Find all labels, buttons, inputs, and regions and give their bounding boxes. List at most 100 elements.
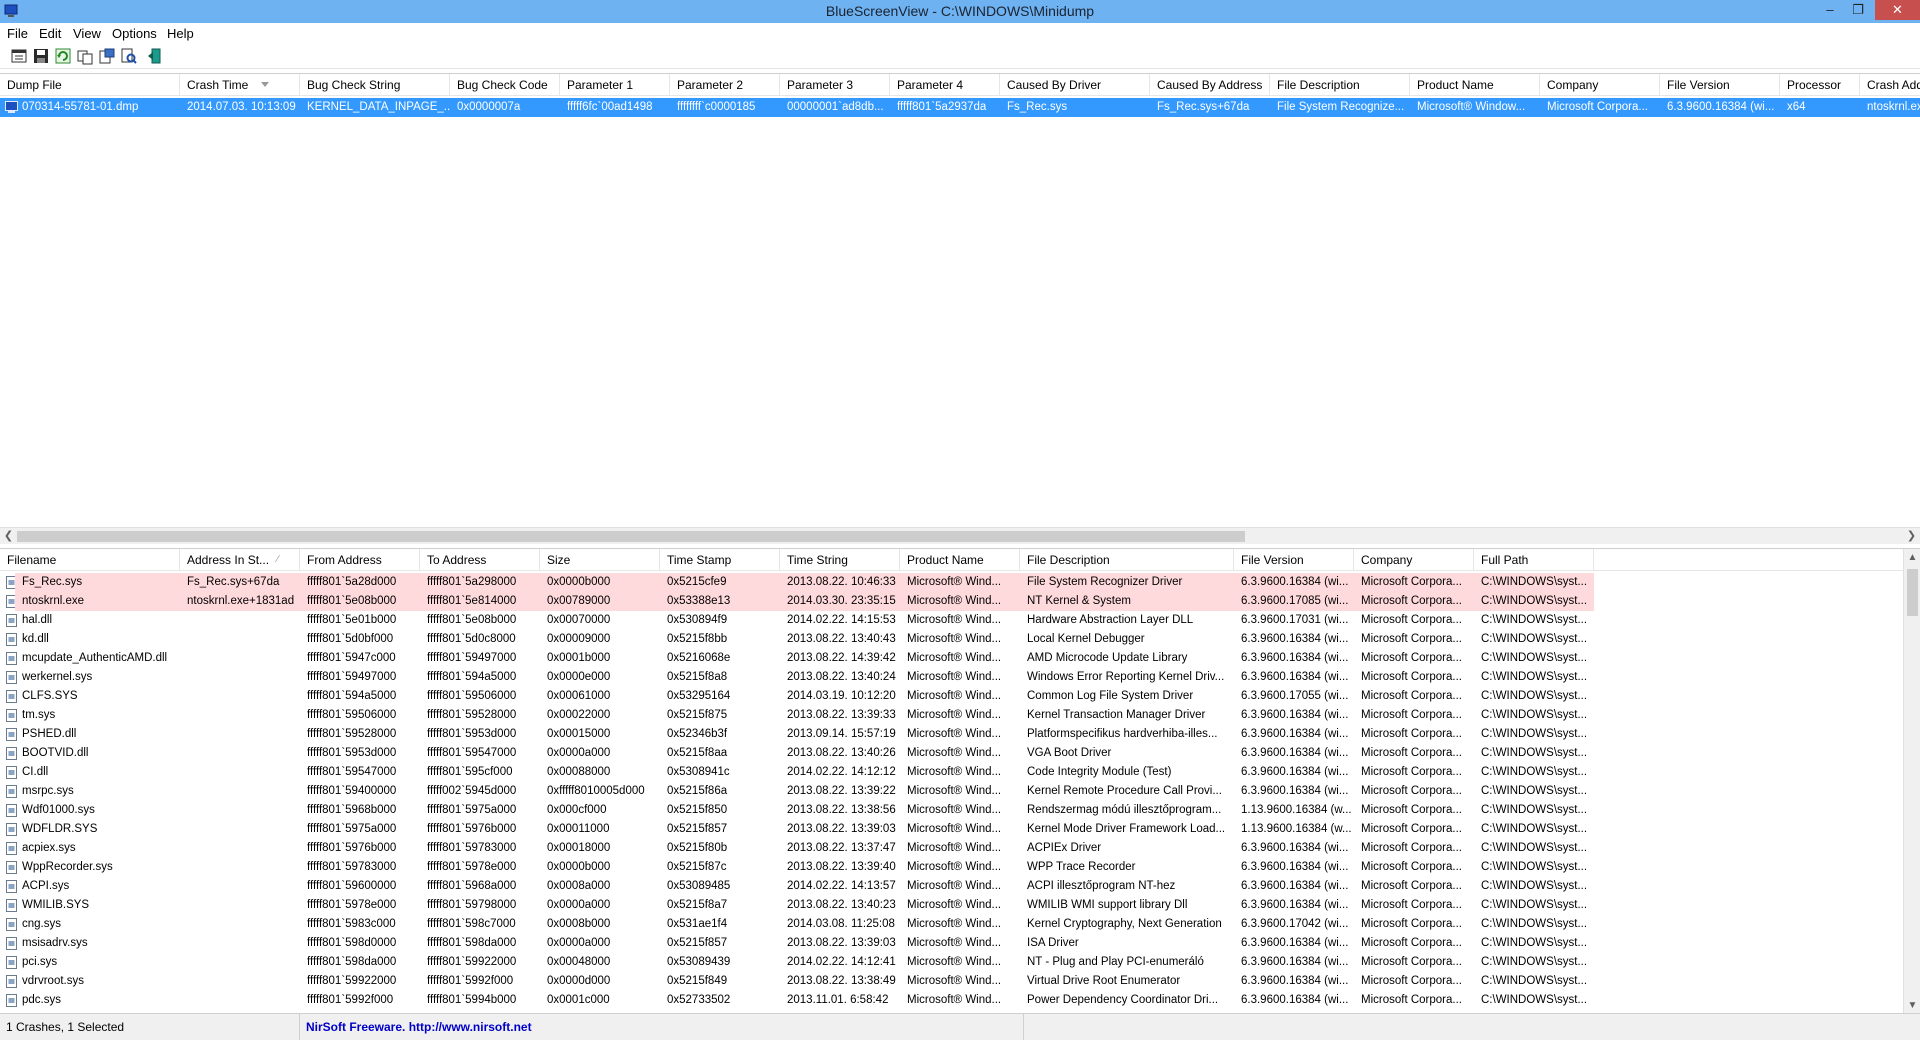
driver-row[interactable]: BOOTVID.dll fffff801`5953d000 fffff801`595… (0, 744, 1920, 763)
column-crash-time[interactable]: Crash Time (180, 74, 300, 96)
scroll-up-icon[interactable]: ▲ (1904, 549, 1920, 566)
driver-row[interactable]: msrpc.sys fffff801`59400000 fffff002`5945d… (0, 782, 1920, 801)
cell-time-string: 2013.08.22. 13:37:47 (787, 842, 896, 854)
cell-file-version: 6.3.9600.16384 (wi... (1241, 937, 1349, 949)
find-icon[interactable] (120, 47, 138, 65)
copy-icon[interactable] (76, 47, 94, 65)
driver-row[interactable]: vdrvroot.sys fffff801`59922000 fffff801`59… (0, 972, 1920, 991)
column-time-string[interactable]: Time String (780, 549, 900, 571)
driver-row[interactable]: WppRecorder.sys fffff801`59783000 fffff801… (0, 858, 1920, 877)
column-dump-file[interactable]: Dump File (0, 74, 180, 96)
horizontal-scrollbar[interactable]: ❮ ❯ (0, 527, 1920, 544)
close-button[interactable]: ✕ (1875, 0, 1920, 20)
driver-row[interactable]: cng.sys fffff801`5983c000 fffff801`598c700… (0, 915, 1920, 934)
status-count: 1 Crashes, 1 Selected (0, 1014, 300, 1040)
driver-row[interactable]: pdc.sys fffff801`5992f000 fffff801`5994b00… (0, 991, 1920, 1010)
column-parameter-1[interactable]: Parameter 1 (560, 74, 670, 96)
vertical-scroll-thumb[interactable] (1907, 569, 1918, 616)
vertical-scrollbar[interactable]: ▲ ▼ (1903, 549, 1920, 1013)
column-caused-by-driver[interactable]: Caused By Driver (1000, 74, 1150, 96)
scroll-left-icon[interactable]: ❮ (0, 528, 17, 545)
cell-size: 0x000cf000 (547, 804, 607, 816)
driver-row[interactable]: WMILIB.SYS fffff801`5978e000 fffff801`5979… (0, 896, 1920, 915)
column-filename[interactable]: Filename (0, 549, 180, 571)
column-product-name-lower[interactable]: Product Name (900, 549, 1020, 571)
column-company[interactable]: Company (1540, 74, 1660, 96)
driver-row[interactable]: WDFLDR.SYS fffff801`5975a000 fffff801`5976… (0, 820, 1920, 839)
driver-row[interactable]: msisadrv.sys fffff801`598d0000 fffff801`59… (0, 934, 1920, 953)
cell-file-description: Code Integrity Module (Test) (1027, 766, 1172, 778)
cell-from-address: fffff801`59497000 (307, 671, 397, 683)
column-bug-check-code[interactable]: Bug Check Code (450, 74, 560, 96)
menu-view[interactable]: View (73, 26, 101, 41)
driver-row[interactable]: Wdf01000.sys fffff801`5968b000 fffff801`59… (0, 801, 1920, 820)
column-from-address[interactable]: From Address (300, 549, 420, 571)
driver-row[interactable]: kd.dll fffff801`5d0bf000 fffff801`5d0c8000… (0, 630, 1920, 649)
dump-row[interactable]: 070314-55781-01.dmp 2014.07.03. 10:13:09… (0, 98, 1920, 117)
driver-row[interactable]: PSHED.dll fffff801`59528000 fffff801`5953d… (0, 725, 1920, 744)
save-icon[interactable] (32, 47, 50, 65)
scroll-right-icon[interactable]: ❯ (1903, 528, 1920, 545)
minimize-button[interactable]: – (1816, 0, 1844, 20)
cell-file-version: 6.3.9600.16384 (wi... (1241, 633, 1349, 645)
cell-file-version: 6.3.9600.16384 (wi... (1241, 975, 1349, 987)
cell-address-in-stack (180, 744, 300, 763)
column-file-version-lower[interactable]: File Version (1234, 549, 1354, 571)
cell-filename: cng.sys (22, 918, 61, 930)
cell-company: Microsoft Corpora... (1361, 690, 1462, 702)
menu-help[interactable]: Help (167, 26, 194, 41)
column-processor[interactable]: Processor (1780, 74, 1860, 96)
column-to-address[interactable]: To Address (420, 549, 540, 571)
column-parameter-4[interactable]: Parameter 4 (890, 74, 1000, 96)
driver-row[interactable]: tm.sys fffff801`59506000 fffff801`59528000… (0, 706, 1920, 725)
driver-row[interactable]: CLFS.SYS fffff801`594a5000 fffff801`595060… (0, 687, 1920, 706)
driver-row[interactable]: werkernel.sys fffff801`59497000 fffff801`5… (0, 668, 1920, 687)
properties-icon[interactable] (10, 47, 28, 65)
column-product-name[interactable]: Product Name (1410, 74, 1540, 96)
cell-time-string: 2014.02.22. 14:12:12 (787, 766, 896, 778)
column-caused-by-address[interactable]: Caused By Address (1150, 74, 1270, 96)
menu-edit[interactable]: Edit (39, 26, 61, 41)
dump-list[interactable]: Dump File Crash Time Bug Check String Bu… (0, 73, 1920, 527)
cell-from-address: fffff801`5947c000 (307, 652, 396, 664)
restore-button[interactable]: ❐ (1844, 0, 1872, 20)
driver-row[interactable]: mcupdate_AuthenticAMD.dll fffff801`5947c0… (0, 649, 1920, 668)
driver-row[interactable]: ACPI.sys fffff801`59600000 fffff801`5968a0… (0, 877, 1920, 896)
column-full-path[interactable]: Full Path (1474, 549, 1594, 571)
column-parameter-3[interactable]: Parameter 3 (780, 74, 890, 96)
driver-row[interactable]: pci.sys fffff801`598da000 fffff801`5992200… (0, 953, 1920, 972)
driver-list[interactable]: Filename Address In St... ⁄ From Address … (0, 548, 1920, 1013)
scroll-down-icon[interactable]: ▼ (1904, 997, 1920, 1013)
cell-size: 0x0000b000 (540, 573, 660, 592)
driver-row[interactable]: Fs_Rec.sys Fs_Rec.sys+67da fffff801`5a28d0… (0, 573, 1920, 592)
cell-address-in-stack (180, 896, 300, 915)
cell-from-address: fffff801`59528000 (307, 728, 397, 740)
cell-time-stamp: 0x52346b3f (667, 728, 728, 740)
nirsoft-link[interactable]: NirSoft Freeware. http://www.nirsoft.net (300, 1014, 1024, 1040)
cell-time-string: 2013.08.22. 13:39:03 (787, 937, 896, 949)
column-file-description[interactable]: File Description (1270, 74, 1410, 96)
cell-address-in-stack (180, 630, 300, 649)
column-bug-check-string[interactable]: Bug Check String (300, 74, 450, 96)
column-file-version[interactable]: File Version (1660, 74, 1780, 96)
menu-file[interactable]: File (7, 26, 28, 41)
cell-full-path: C:\WINDOWS\syst... (1481, 766, 1588, 778)
column-address-in-stack[interactable]: Address In St... ⁄ (180, 549, 300, 571)
menu-options[interactable]: Options (112, 26, 157, 41)
cell-from-address: fffff801`59400000 (307, 785, 397, 797)
column-time-stamp[interactable]: Time Stamp (660, 549, 780, 571)
driver-row[interactable]: acpiex.sys fffff801`5976b000 fffff801`5978… (0, 839, 1920, 858)
column-parameter-2[interactable]: Parameter 2 (670, 74, 780, 96)
column-size[interactable]: Size (540, 549, 660, 571)
cell-crash-address: ntoskrnl.exe (1867, 101, 1920, 113)
column-crash-address[interactable]: Crash Address (1860, 74, 1920, 96)
html-report-icon[interactable] (98, 47, 116, 65)
horizontal-scroll-thumb[interactable] (17, 531, 1245, 542)
exit-icon[interactable] (146, 47, 164, 65)
column-file-description-lower[interactable]: File Description (1020, 549, 1234, 571)
column-company-lower[interactable]: Company (1354, 549, 1474, 571)
driver-row[interactable]: hal.dll fffff801`5e01b000 fffff801`5e08b00… (0, 611, 1920, 630)
driver-row[interactable]: ntoskrnl.exe ntoskrnl.exe+1831ad fffff801`… (0, 592, 1920, 611)
driver-row[interactable]: CI.dll fffff801`59547000 fffff801`595cf000… (0, 763, 1920, 782)
refresh-icon[interactable] (54, 47, 72, 65)
